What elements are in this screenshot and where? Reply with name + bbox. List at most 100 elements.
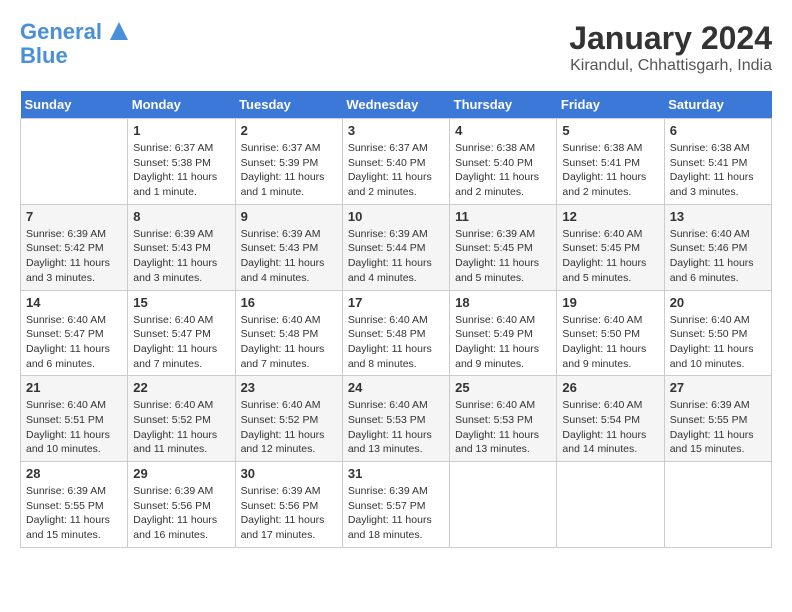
day-number: 11	[455, 209, 551, 224]
day-number: 29	[133, 466, 229, 481]
header: General Blue January 2024 Kirandul, Chha…	[20, 20, 772, 75]
calendar-week-row: 21 Sunrise: 6:40 AM Sunset: 5:51 PM Dayli…	[21, 376, 772, 462]
day-info: Sunrise: 6:39 AM Sunset: 5:57 PM Dayligh…	[348, 484, 444, 543]
calendar-cell: 17 Sunrise: 6:40 AM Sunset: 5:48 PM Dayli…	[342, 290, 449, 376]
day-number: 15	[133, 295, 229, 310]
day-info: Sunrise: 6:40 AM Sunset: 5:54 PM Dayligh…	[562, 398, 658, 457]
header-saturday: Saturday	[664, 91, 771, 119]
day-number: 7	[26, 209, 122, 224]
calendar-cell: 28 Sunrise: 6:39 AM Sunset: 5:55 PM Dayli…	[21, 462, 128, 548]
calendar-cell: 19 Sunrise: 6:40 AM Sunset: 5:50 PM Dayli…	[557, 290, 664, 376]
day-info: Sunrise: 6:40 AM Sunset: 5:51 PM Dayligh…	[26, 398, 122, 457]
header-thursday: Thursday	[450, 91, 557, 119]
day-info: Sunrise: 6:39 AM Sunset: 5:43 PM Dayligh…	[241, 227, 337, 286]
day-info: Sunrise: 6:40 AM Sunset: 5:50 PM Dayligh…	[562, 313, 658, 372]
calendar-cell: 12Sunrise: 6:40 AM Sunset: 5:45 PM Dayli…	[557, 204, 664, 290]
day-number: 5	[562, 123, 658, 138]
calendar-cell: 2 Sunrise: 6:37 AM Sunset: 5:39 PM Daylig…	[235, 119, 342, 205]
day-info: Sunrise: 6:40 AM Sunset: 5:52 PM Dayligh…	[241, 398, 337, 457]
day-info: Sunrise: 6:38 AM Sunset: 5:40 PM Dayligh…	[455, 141, 551, 200]
calendar-cell: 6 Sunrise: 6:38 AM Sunset: 5:41 PM Daylig…	[664, 119, 771, 205]
logo-general: General	[20, 19, 102, 44]
day-info: Sunrise: 6:40 AM Sunset: 5:50 PM Dayligh…	[670, 313, 766, 372]
calendar-week-row: 7 Sunrise: 6:39 AM Sunset: 5:42 PM Daylig…	[21, 204, 772, 290]
calendar-cell: 10 Sunrise: 6:39 AM Sunset: 5:44 PM Dayli…	[342, 204, 449, 290]
day-number: 23	[241, 380, 337, 395]
calendar-cell: 13Sunrise: 6:40 AM Sunset: 5:46 PM Dayli…	[664, 204, 771, 290]
day-info: Sunrise: 6:37 AM Sunset: 5:39 PM Dayligh…	[241, 141, 337, 200]
calendar-cell	[21, 119, 128, 205]
day-number: 19	[562, 295, 658, 310]
day-info: Sunrise: 6:40 AM Sunset: 5:48 PM Dayligh…	[348, 313, 444, 372]
day-info: Sunrise: 6:39 AM Sunset: 5:44 PM Dayligh…	[348, 227, 444, 286]
calendar-cell: 16 Sunrise: 6:40 AM Sunset: 5:48 PM Dayli…	[235, 290, 342, 376]
day-info: Sunrise: 6:39 AM Sunset: 5:45 PM Dayligh…	[455, 227, 551, 286]
day-number: 6	[670, 123, 766, 138]
day-info: Sunrise: 6:39 AM Sunset: 5:42 PM Dayligh…	[26, 227, 122, 286]
calendar-week-row: 14Sunrise: 6:40 AM Sunset: 5:47 PM Dayli…	[21, 290, 772, 376]
calendar-week-row: 28 Sunrise: 6:39 AM Sunset: 5:55 PM Dayli…	[21, 462, 772, 548]
logo: General Blue	[20, 20, 128, 68]
day-number: 21	[26, 380, 122, 395]
day-number: 18	[455, 295, 551, 310]
day-info: Sunrise: 6:39 AM Sunset: 5:43 PM Dayligh…	[133, 227, 229, 286]
day-number: 28	[26, 466, 122, 481]
calendar-cell: 5 Sunrise: 6:38 AM Sunset: 5:41 PM Daylig…	[557, 119, 664, 205]
calendar-cell: 20 Sunrise: 6:40 AM Sunset: 5:50 PM Dayli…	[664, 290, 771, 376]
day-number: 4	[455, 123, 551, 138]
calendar-week-row: 1 Sunrise: 6:37 AM Sunset: 5:38 PM Daylig…	[21, 119, 772, 205]
day-number: 17	[348, 295, 444, 310]
month-title: January 2024	[569, 20, 772, 57]
day-number: 25	[455, 380, 551, 395]
day-info: Sunrise: 6:40 AM Sunset: 5:53 PM Dayligh…	[455, 398, 551, 457]
calendar-cell: 24Sunrise: 6:40 AM Sunset: 5:53 PM Dayli…	[342, 376, 449, 462]
day-number: 27	[670, 380, 766, 395]
day-number: 31	[348, 466, 444, 481]
day-info: Sunrise: 6:37 AM Sunset: 5:40 PM Dayligh…	[348, 141, 444, 200]
header-monday: Monday	[128, 91, 235, 119]
day-info: Sunrise: 6:38 AM Sunset: 5:41 PM Dayligh…	[670, 141, 766, 200]
day-info: Sunrise: 6:40 AM Sunset: 5:47 PM Dayligh…	[133, 313, 229, 372]
day-info: Sunrise: 6:39 AM Sunset: 5:55 PM Dayligh…	[670, 398, 766, 457]
location-title: Kirandul, Chhattisgarh, India	[569, 57, 772, 75]
day-info: Sunrise: 6:37 AM Sunset: 5:38 PM Dayligh…	[133, 141, 229, 200]
calendar-cell	[450, 462, 557, 548]
header-friday: Friday	[557, 91, 664, 119]
day-number: 9	[241, 209, 337, 224]
day-info: Sunrise: 6:40 AM Sunset: 5:48 PM Dayligh…	[241, 313, 337, 372]
calendar-cell: 11 Sunrise: 6:39 AM Sunset: 5:45 PM Dayli…	[450, 204, 557, 290]
calendar-cell: 22Sunrise: 6:40 AM Sunset: 5:52 PM Dayli…	[128, 376, 235, 462]
logo-icon	[110, 22, 128, 40]
day-info: Sunrise: 6:38 AM Sunset: 5:41 PM Dayligh…	[562, 141, 658, 200]
header-wednesday: Wednesday	[342, 91, 449, 119]
calendar-cell: 9 Sunrise: 6:39 AM Sunset: 5:43 PM Daylig…	[235, 204, 342, 290]
calendar-cell: 31 Sunrise: 6:39 AM Sunset: 5:57 PM Dayli…	[342, 462, 449, 548]
calendar-cell: 23 Sunrise: 6:40 AM Sunset: 5:52 PM Dayli…	[235, 376, 342, 462]
day-number: 30	[241, 466, 337, 481]
day-number: 16	[241, 295, 337, 310]
day-info: Sunrise: 6:39 AM Sunset: 5:55 PM Dayligh…	[26, 484, 122, 543]
calendar-cell	[664, 462, 771, 548]
calendar-cell: 25 Sunrise: 6:40 AM Sunset: 5:53 PM Dayli…	[450, 376, 557, 462]
day-number: 26	[562, 380, 658, 395]
calendar-cell: 1 Sunrise: 6:37 AM Sunset: 5:38 PM Daylig…	[128, 119, 235, 205]
calendar-cell: 26 Sunrise: 6:40 AM Sunset: 5:54 PM Dayli…	[557, 376, 664, 462]
calendar-cell: 4 Sunrise: 6:38 AM Sunset: 5:40 PM Daylig…	[450, 119, 557, 205]
logo-text: General Blue	[20, 20, 128, 68]
calendar-cell: 21 Sunrise: 6:40 AM Sunset: 5:51 PM Dayli…	[21, 376, 128, 462]
day-info: Sunrise: 6:39 AM Sunset: 5:56 PM Dayligh…	[133, 484, 229, 543]
day-number: 10	[348, 209, 444, 224]
day-number: 2	[241, 123, 337, 138]
title-area: January 2024 Kirandul, Chhattisgarh, Ind…	[569, 20, 772, 75]
calendar-cell: 27 Sunrise: 6:39 AM Sunset: 5:55 PM Dayli…	[664, 376, 771, 462]
calendar-cell: 3Sunrise: 6:37 AM Sunset: 5:40 PM Daylig…	[342, 119, 449, 205]
calendar-cell: 15 Sunrise: 6:40 AM Sunset: 5:47 PM Dayli…	[128, 290, 235, 376]
day-number: 20	[670, 295, 766, 310]
calendar-cell: 8 Sunrise: 6:39 AM Sunset: 5:43 PM Daylig…	[128, 204, 235, 290]
day-number: 1	[133, 123, 229, 138]
calendar-cell: 7 Sunrise: 6:39 AM Sunset: 5:42 PM Daylig…	[21, 204, 128, 290]
calendar-cell	[557, 462, 664, 548]
calendar-cell: 30Sunrise: 6:39 AM Sunset: 5:56 PM Dayli…	[235, 462, 342, 548]
day-number: 8	[133, 209, 229, 224]
day-info: Sunrise: 6:40 AM Sunset: 5:52 PM Dayligh…	[133, 398, 229, 457]
